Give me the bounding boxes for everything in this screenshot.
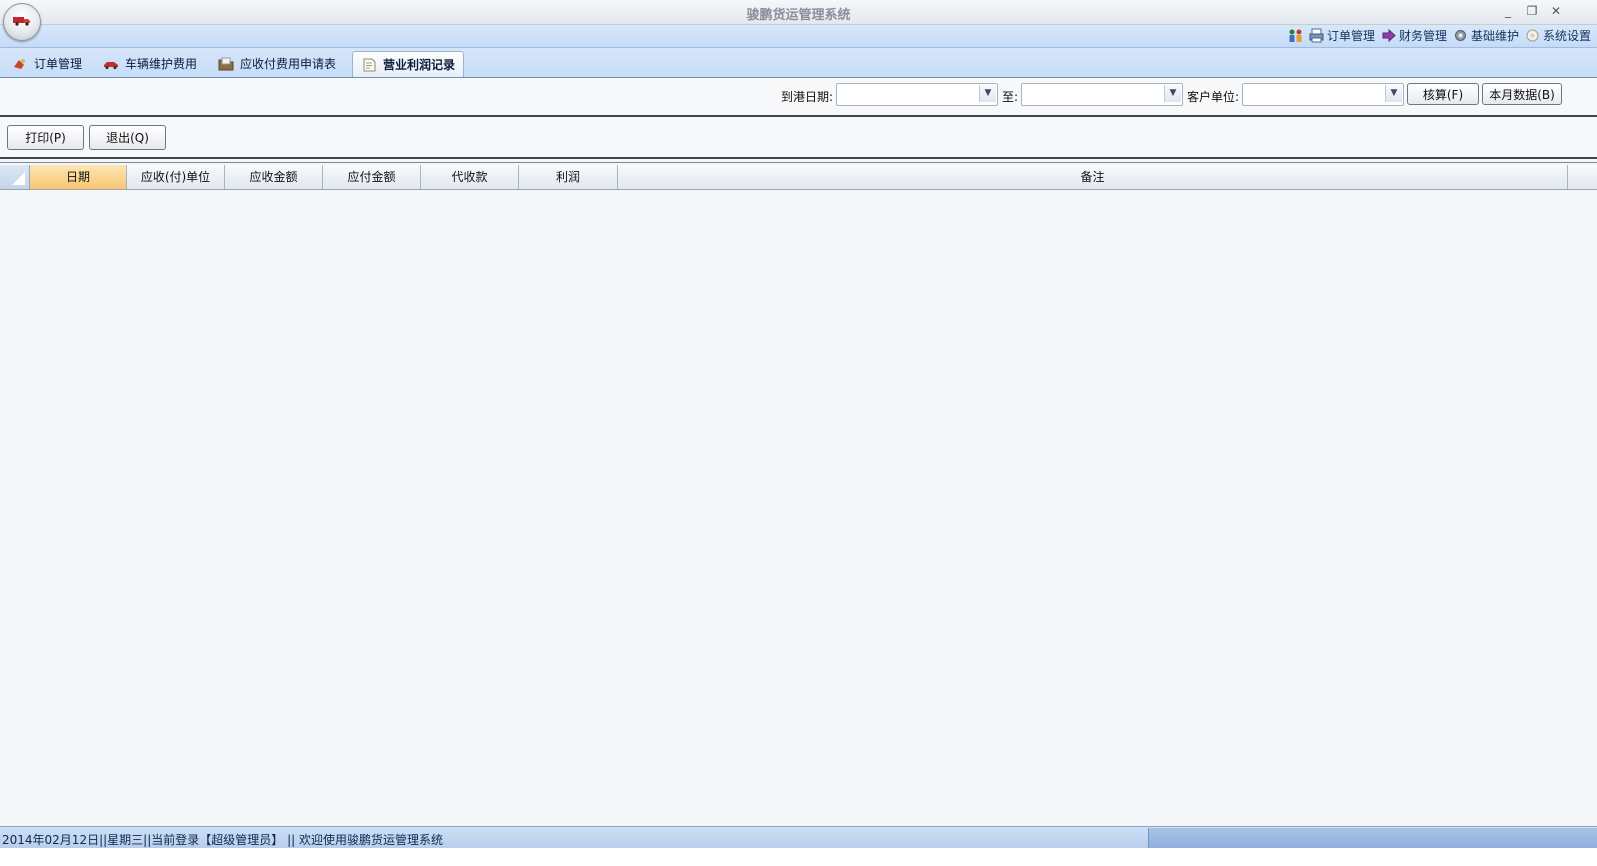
close-button[interactable]: ✕ (1545, 2, 1567, 20)
quick-finance-management-label: 财务管理 (1398, 29, 1447, 43)
truck-icon (13, 17, 30, 26)
settings-icon (1526, 29, 1539, 42)
to-label: 至: (1002, 90, 1019, 104)
quick-basic-maintenance[interactable]: 基础维护 (1453, 27, 1519, 44)
quick-system-settings[interactable]: 系统设置 (1525, 27, 1591, 44)
column-header-remarks[interactable]: 备注 (618, 165, 1568, 189)
column-header-receivable[interactable]: 应收金额 (225, 165, 323, 189)
status-progress-area (1148, 828, 1597, 848)
tab-strip: 订单管理 车辆维护费用 应收付费用申请表 营业利润记录 (0, 48, 1597, 78)
arrival-date-to-select[interactable]: ▼ (1021, 83, 1183, 106)
arrow-icon (1382, 28, 1396, 43)
printer-icon (1309, 28, 1324, 43)
month-data-button[interactable]: 本月数据(B) (1482, 83, 1562, 105)
tab-business-profit[interactable]: 营业利润记录 (352, 51, 465, 77)
print-button[interactable]: 打印(P) (7, 125, 84, 150)
grid-header: 日期 应收(付)单位 应收金额 应付金额 代收款 利润 备注 (0, 165, 1597, 190)
customer-select[interactable]: ▼ (1242, 83, 1404, 106)
tab-order-management-label: 订单管理 (34, 57, 83, 71)
app-menu-button[interactable] (3, 3, 41, 41)
tab-fee-application[interactable]: 应收付费用申请表 (210, 52, 344, 75)
column-header-party[interactable]: 应收(付)单位 (127, 165, 225, 189)
folder-icon (218, 57, 234, 70)
column-header-collection[interactable]: 代收款 (421, 165, 519, 189)
chevron-down-icon[interactable]: ▼ (1385, 85, 1402, 102)
arrival-date-from-select[interactable]: ▼ (836, 83, 998, 106)
minimize-button[interactable]: _ (1497, 2, 1519, 20)
customer-label: 客户单位: (1187, 90, 1240, 104)
quick-order-management-label: 订单管理 (1326, 29, 1375, 43)
car-icon (104, 61, 118, 69)
calculate-button[interactable]: 核算(F) (1407, 83, 1479, 105)
chevron-down-icon[interactable]: ▼ (979, 85, 996, 102)
bottom-strip (0, 848, 1597, 866)
quick-order-management[interactable]: 订单管理 (1309, 27, 1375, 44)
order-icon (14, 58, 25, 69)
quick-access-bar: 订单管理 财务管理 基础维护 系统设置 (0, 25, 1597, 48)
action-toolbar: 打印(P) 退出(Q) (0, 117, 1597, 159)
column-header-payable[interactable]: 应付金额 (323, 165, 421, 189)
restore-button[interactable]: ❐ (1521, 2, 1543, 20)
users-icon[interactable] (1288, 28, 1303, 43)
quick-system-settings-label: 系统设置 (1542, 29, 1591, 43)
quick-finance-management[interactable]: 财务管理 (1381, 27, 1447, 44)
quick-basic-maintenance-label: 基础维护 (1470, 29, 1519, 43)
chevron-down-icon[interactable]: ▼ (1164, 85, 1181, 102)
tab-vehicle-maintenance-label: 车辆维护费用 (125, 57, 198, 71)
tab-order-management[interactable]: 订单管理 (4, 52, 90, 75)
status-text: 2014年02月12日||星期三||当前登录【超级管理员】 || 欢迎使用骏鹏货… (2, 833, 443, 847)
tab-fee-application-label: 应收付费用申请表 (240, 57, 337, 71)
gear-icon (1454, 30, 1466, 41)
profit-records-grid[interactable]: 日期 应收(付)单位 应收金额 应付金额 代收款 利润 备注 (0, 162, 1597, 825)
tab-vehicle-maintenance[interactable]: 车辆维护费用 (95, 52, 205, 75)
tab-business-profit-label: 营业利润记录 (383, 58, 456, 72)
select-all-corner[interactable] (0, 165, 30, 189)
document-icon (363, 58, 376, 71)
window-title: 骏鹏货运管理系统 (746, 8, 851, 23)
column-header-date[interactable]: 日期 (30, 165, 127, 189)
title-bar: 骏鹏货运管理系统 _ ❐ ✕ (0, 0, 1597, 25)
status-bar: 2014年02月12日||星期三||当前登录【超级管理员】 || 欢迎使用骏鹏货… (0, 826, 1597, 849)
column-header-profit[interactable]: 利润 (519, 165, 618, 189)
filter-toolbar: 到港日期: ▼ 至: ▼ 客户单位: ▼ 核算(F) 本月数据(B) (0, 78, 1597, 117)
arrival-date-label: 到港日期: (781, 90, 834, 104)
exit-button[interactable]: 退出(Q) (89, 125, 166, 150)
